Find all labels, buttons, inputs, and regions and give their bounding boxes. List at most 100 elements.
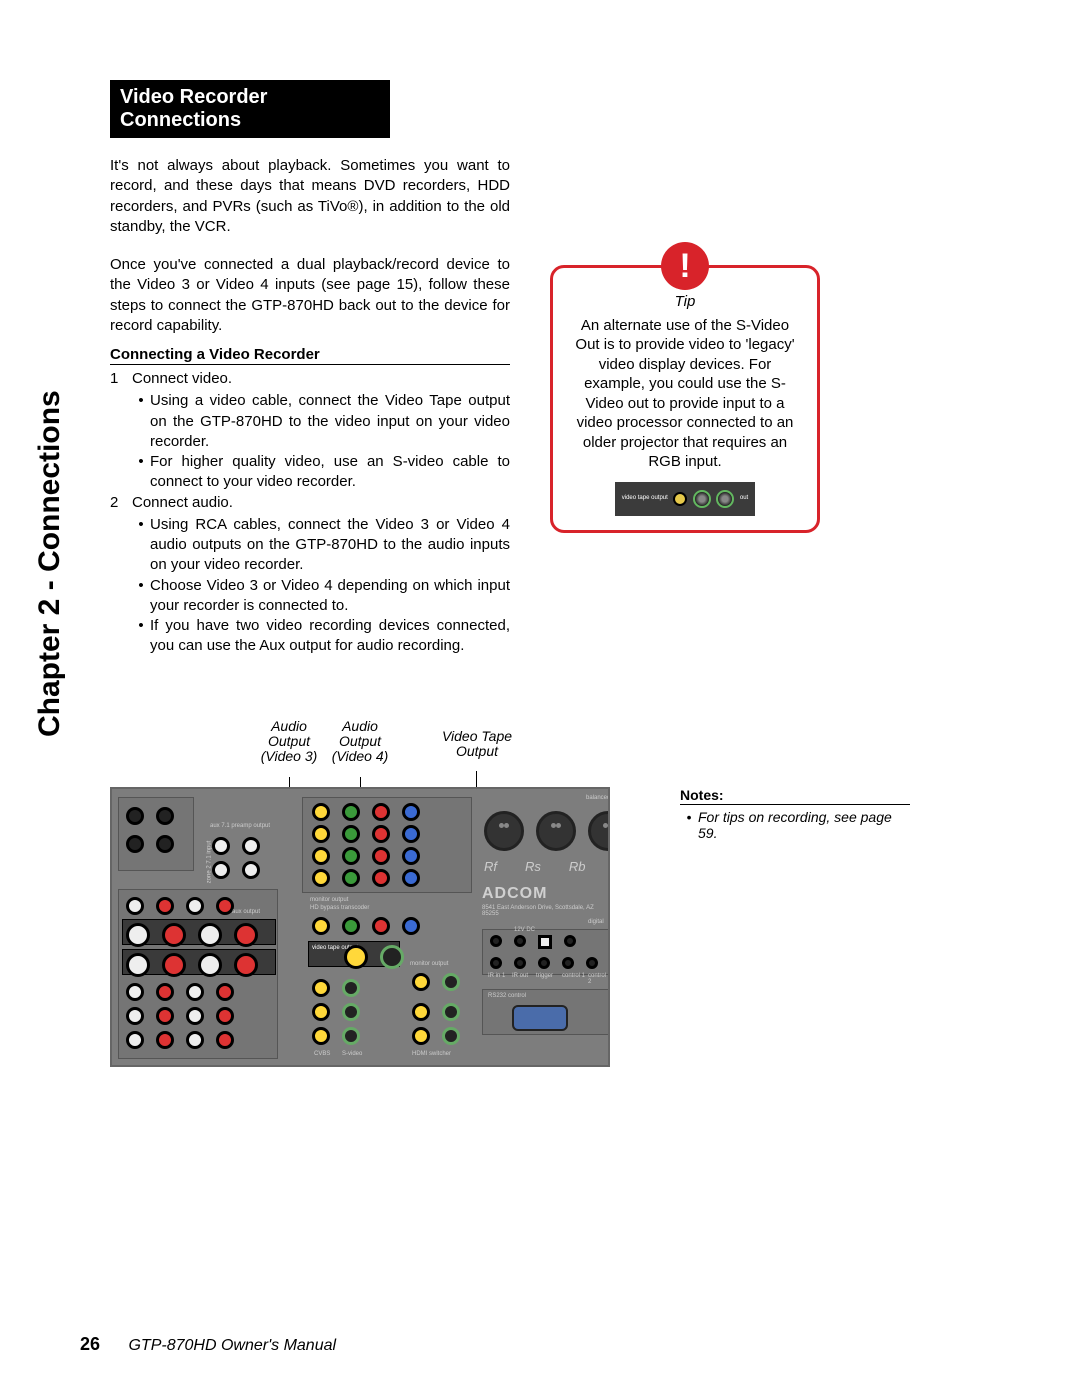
manual-name: GTP-870HD Owner's Manual	[128, 1337, 336, 1354]
rca-jack-icon	[402, 847, 420, 865]
rca-jack-icon	[126, 807, 144, 825]
panel-label: trigger	[536, 973, 553, 979]
rca-jack-icon	[234, 923, 258, 947]
chapter-title: Chapter 2 - Connections	[33, 390, 67, 737]
notes-header: Notes:	[680, 787, 910, 805]
step-number: 1	[110, 369, 132, 493]
panel-label: HDMI switcher	[412, 1051, 451, 1057]
rca-jack-icon	[186, 983, 204, 1001]
panel-label: RS232 control	[488, 993, 526, 999]
bullet-icon: •	[132, 515, 150, 576]
rca-jack-icon	[162, 953, 186, 977]
rca-jack-icon	[412, 1027, 430, 1045]
panel-label: monitor output	[310, 897, 348, 903]
rca-jack-icon	[216, 1031, 234, 1049]
rca-jack-icon	[216, 1007, 234, 1025]
rca-jack-icon	[342, 825, 360, 843]
two-column-layout: Once you've connected a dual playback/re…	[110, 255, 1010, 657]
step-title: Connect audio.	[132, 494, 233, 511]
rca-jack-icon	[126, 923, 150, 947]
rca-jack-icon	[312, 847, 330, 865]
rca-jack-icon	[126, 983, 144, 1001]
xlr-connector-icon	[588, 811, 610, 851]
rca-jack-icon	[312, 803, 330, 821]
rca-jack-icon	[198, 923, 222, 947]
panel-label: Rb	[569, 859, 586, 874]
bullet-icon: •	[132, 452, 150, 493]
notes-body: For tips on recording, see page 59.	[698, 809, 910, 841]
tip-callout: ! Tip An alternate use of the S-Video Ou…	[550, 265, 820, 533]
tip-port-label-left: video tape output	[622, 495, 668, 503]
rca-jack-icon	[342, 847, 360, 865]
manual-page: Chapter 2 - Connections Video Recorder C…	[0, 0, 1080, 1397]
label-audio-output-v4: Audio Output (Video 4)	[327, 719, 393, 765]
vga-port-icon	[512, 1005, 568, 1031]
panel-label: CVBS	[314, 1051, 330, 1057]
intro-paragraph: It's not always about playback. Sometime…	[110, 156, 510, 237]
svideo-port-icon	[342, 979, 360, 997]
right-column: ! Tip An alternate use of the S-Video Ou…	[550, 255, 820, 657]
svideo-port-icon	[442, 1003, 460, 1021]
rca-jack-icon	[156, 1031, 174, 1049]
rca-jack-icon	[312, 979, 330, 997]
rca-jack-icon	[372, 869, 390, 887]
rca-jack-icon	[212, 861, 230, 879]
svideo-port-icon	[693, 490, 711, 508]
usb-port-icon	[538, 935, 552, 949]
rca-jack-icon	[312, 869, 330, 887]
bullet-text: If you have two video recording devices …	[150, 616, 510, 657]
rca-jack-icon	[186, 1007, 204, 1025]
rca-jack-icon	[216, 983, 234, 1001]
rca-jack-icon	[344, 945, 368, 969]
panel-address: 8541 East Anderson Drive, Scottsdale, AZ…	[482, 905, 608, 917]
notes-block: Notes: • For tips on recording, see page…	[680, 787, 910, 841]
rear-panel-illustration: zone 2 7.1 input aux 7.1 preamp output a…	[110, 787, 610, 1067]
rca-jack-icon	[402, 825, 420, 843]
rca-jack-icon	[372, 847, 390, 865]
step-body: Connect video. •Using a video cable, con…	[132, 369, 510, 493]
rca-jack-icon	[156, 835, 174, 853]
bullet-text: Choose Video 3 or Video 4 depending on w…	[150, 576, 510, 617]
panel-label: aux 7.1 preamp output	[210, 823, 270, 829]
rca-jack-icon	[372, 917, 390, 935]
bullet-text: Using a video cable, connect the Video T…	[150, 391, 510, 452]
rca-jack-icon	[156, 983, 174, 1001]
content-area: Video Recorder Connections It's not alwa…	[110, 80, 1010, 1067]
panel-label: IR out	[512, 973, 528, 979]
tip-port-diagram: video tape output out	[615, 482, 755, 516]
xlr-connector-icon	[536, 811, 576, 851]
rca-jack-icon	[126, 1007, 144, 1025]
tip-port-label-right: out	[740, 495, 748, 503]
mini-jack-icon	[538, 957, 550, 969]
mini-jack-icon	[514, 957, 526, 969]
step-2: 2 Connect audio. •Using RCA cables, conn…	[110, 493, 510, 657]
xlr-connector-icon	[484, 811, 524, 851]
mini-jack-icon	[490, 957, 502, 969]
sub-header: Connecting a Video Recorder	[110, 346, 510, 365]
bullet-icon: •	[132, 391, 150, 452]
label-video-tape-output: Video Tape Output	[432, 729, 522, 760]
bullet-icon: •	[132, 616, 150, 657]
rca-jack-icon	[242, 861, 260, 879]
rca-jack-icon	[402, 869, 420, 887]
panel-label: S-video	[342, 1051, 362, 1057]
rca-jack-icon	[212, 837, 230, 855]
rca-jack-icon	[342, 803, 360, 821]
section-header: Video Recorder Connections	[110, 80, 390, 138]
steps-list: 1 Connect video. •Using a video cable, c…	[110, 369, 510, 657]
rca-jack-icon	[186, 897, 204, 915]
rca-jack-icon	[126, 1031, 144, 1049]
label-audio-output-v3: Audio Output (Video 3)	[256, 719, 322, 765]
rca-jack-icon	[412, 973, 430, 991]
left-column: Once you've connected a dual playback/re…	[110, 255, 510, 657]
rca-jack-icon	[126, 953, 150, 977]
panel-label: control 2	[588, 973, 608, 985]
rca-jack-icon	[342, 917, 360, 935]
rca-jack-icon	[372, 803, 390, 821]
rca-jack-icon	[312, 917, 330, 935]
rca-jack-icon	[162, 923, 186, 947]
page-footer: 26 GTP-870HD Owner's Manual	[80, 1334, 336, 1355]
rca-jack-icon	[156, 1007, 174, 1025]
mini-jack-icon	[490, 935, 502, 947]
svideo-port-icon	[342, 1027, 360, 1045]
